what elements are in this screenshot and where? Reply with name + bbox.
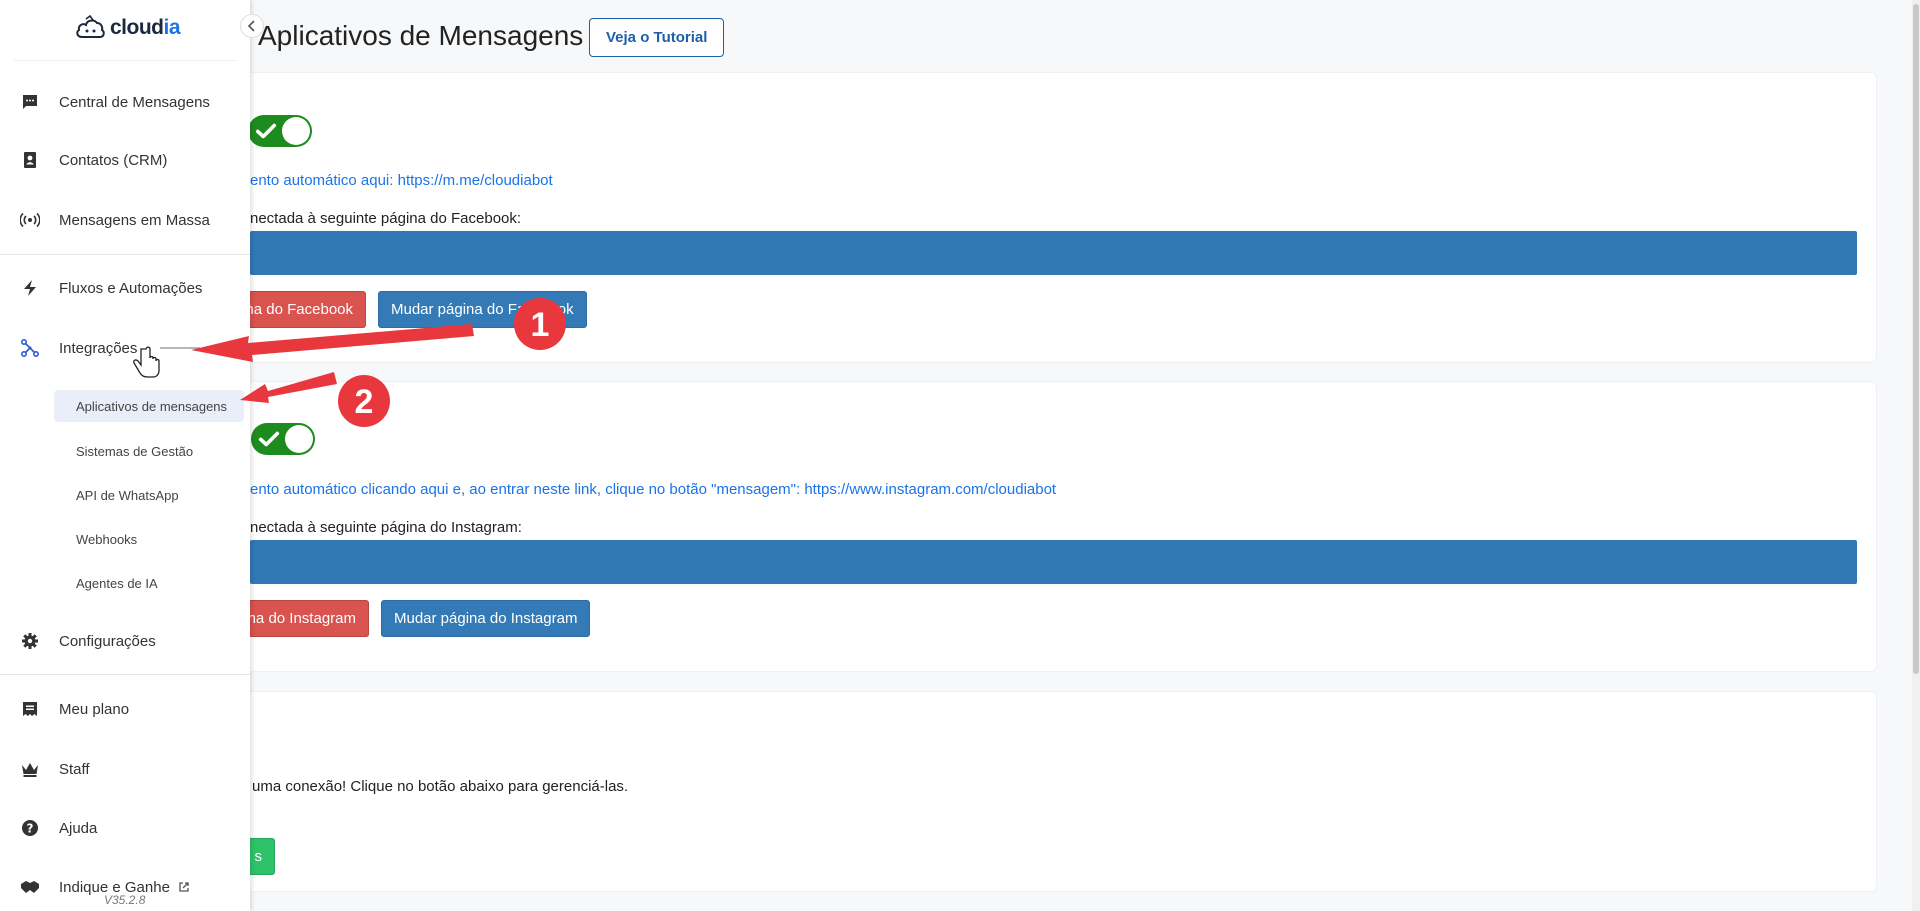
svg-text:?: ? — [27, 822, 34, 836]
handshake-icon — [20, 877, 40, 897]
sidebar-item-label: Integrações — [59, 339, 138, 357]
sidebar-item-configuracoes[interactable]: Configurações — [0, 617, 250, 665]
logo-divider — [14, 60, 236, 61]
sidebar: cloudia Central de Mensagens Contatos (C… — [0, 0, 250, 911]
sidebar-item-ajuda[interactable]: ? Ajuda — [0, 804, 250, 852]
sidebar-item-label: Ajuda — [59, 819, 98, 837]
sidebar-subitem-agentes-ia[interactable]: Agentes de IA — [54, 567, 244, 599]
sidebar-subitem-aplicativos[interactable]: Aplicativos de mensagens — [54, 390, 244, 422]
page-title: Aplicativos de Mensagens — [258, 20, 584, 51]
tutorial-button[interactable]: Veja o Tutorial — [589, 18, 725, 57]
page-scrollbar[interactable] — [1912, 0, 1920, 911]
sidebar-subitem-label: Agentes de IA — [76, 575, 158, 591]
sidebar-subitem-sistemas-gestao[interactable]: Sistemas de Gestão — [54, 435, 244, 467]
sidebar-subitem-label: Webhooks — [76, 531, 138, 547]
sidebar-item-label: Contatos (CRM) — [59, 151, 168, 169]
toggle-knob — [282, 117, 310, 145]
sidebar-item-label: Staff — [59, 760, 90, 778]
sidebar-item-label: Meu plano — [59, 700, 130, 718]
crown-icon — [20, 759, 40, 779]
help-icon: ? — [20, 818, 40, 838]
gear-icon — [20, 631, 40, 651]
sidebar-item-fluxos[interactable]: Fluxos e Automações — [0, 264, 250, 312]
logo-accent-text: ia — [163, 16, 181, 39]
logo-main-text: cloud — [110, 16, 164, 39]
remove-facebook-page-button[interactable]: na do Facebook — [232, 291, 366, 328]
instagram-link[interactable]: ento automático clicando aqui e, ao entr… — [250, 481, 1056, 498]
change-instagram-page-button[interactable]: Mudar página do Instagram — [381, 600, 591, 637]
toggle-knob — [285, 425, 313, 453]
chat-icon — [20, 92, 40, 112]
scrollbar-thumb[interactable] — [1913, 4, 1919, 674]
app-version: V35.2.8 — [104, 893, 146, 907]
sidebar-item-contatos[interactable]: Contatos (CRM) — [0, 136, 250, 184]
check-icon — [258, 431, 280, 447]
chevron-left-icon — [247, 20, 255, 32]
sidebar-item-label: Central de Mensagens — [59, 93, 210, 111]
check-icon — [255, 123, 277, 139]
sidebar-divider — [0, 674, 250, 675]
instagram-toggle[interactable] — [251, 423, 315, 455]
change-facebook-page-button[interactable]: Mudar página do Facebook — [378, 291, 587, 328]
sidebar-item-staff[interactable]: Staff — [0, 745, 250, 793]
facebook-page-bar — [250, 231, 1857, 275]
sidebar-subitem-label: Sistemas de Gestão — [76, 443, 194, 459]
sidebar-subitem-api-whatsapp[interactable]: API de WhatsApp — [54, 479, 244, 511]
cloud-logo-icon — [76, 15, 105, 38]
sidebar-divider — [0, 254, 250, 255]
contact-icon — [20, 150, 40, 170]
sidebar-item-central-mensagens[interactable]: Central de Mensagens — [0, 78, 250, 126]
instagram-page-bar — [250, 540, 1857, 584]
bolt-icon — [20, 278, 40, 298]
broadcast-icon — [20, 210, 40, 230]
sidebar-subitem-label: Aplicativos de mensagens — [76, 398, 228, 414]
sidebar-subitem-label: API de WhatsApp — [76, 487, 179, 503]
facebook-connected-label: nectada à seguinte página do Facebook: — [250, 210, 522, 227]
facebook-link[interactable]: ento automático aqui: https://m.me/cloud… — [250, 172, 553, 189]
logo: cloudia — [74, 12, 181, 44]
sidebar-item-mensagens-massa[interactable]: Mensagens em Massa — [0, 196, 250, 244]
sidebar-subitem-webhooks[interactable]: Webhooks — [54, 523, 244, 555]
main-content: Aplicativos de Mensagens Veja o Tutorial… — [0, 0, 1920, 911]
remove-instagram-page-button[interactable]: na do Instagram — [232, 600, 369, 637]
sidebar-item-label: Mensagens em Massa — [59, 211, 210, 229]
sidebar-item-label: Fluxos e Automações — [59, 279, 203, 297]
receipt-icon — [20, 699, 40, 719]
sidebar-item-label: Configurações — [59, 632, 156, 650]
instagram-connected-label: nectada à seguinte página do Instagram: — [250, 519, 522, 536]
facebook-toggle[interactable] — [248, 115, 312, 147]
sidebar-collapse-button[interactable] — [240, 14, 264, 38]
sidebar-item-meu-plano[interactable]: Meu plano — [0, 685, 250, 733]
sidebar-item-integracoes[interactable]: Integrações — [0, 324, 250, 372]
connections-text: uma conexão! Clique no botão abaixo para… — [252, 778, 629, 795]
external-link-icon — [178, 880, 190, 898]
integration-icon — [20, 338, 40, 358]
